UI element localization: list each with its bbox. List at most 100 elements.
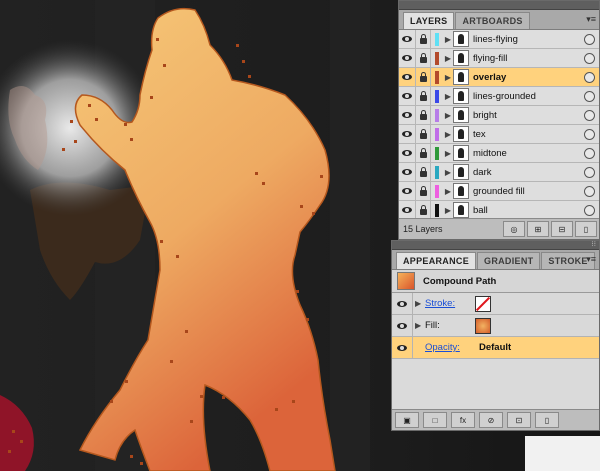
expand-triangle-icon[interactable]: ▶ bbox=[443, 187, 453, 196]
appearance-panel: ⁝⁝ APPEARANCE GRADIENT STROKE ▾≡ Compoun… bbox=[391, 240, 600, 431]
layer-row[interactable]: ▶ overlay bbox=[399, 68, 599, 87]
target-circle-icon[interactable] bbox=[584, 147, 595, 159]
layer-row[interactable]: ▶ lines-flying bbox=[399, 30, 599, 49]
expand-triangle-icon[interactable]: ▶ bbox=[443, 92, 453, 101]
target-circle-icon[interactable] bbox=[584, 109, 595, 121]
lock-icon[interactable] bbox=[416, 125, 431, 143]
layer-color-swatch bbox=[431, 30, 443, 48]
appearance-footer: ▣ □ fx ⊘ ⊡ ▯ bbox=[392, 409, 599, 430]
expand-triangle-icon[interactable]: ▶ bbox=[443, 111, 453, 120]
tab-appearance[interactable]: APPEARANCE bbox=[396, 252, 477, 269]
layer-row[interactable]: ▶ midtone bbox=[399, 144, 599, 163]
panel-menu-icon[interactable]: ▾≡ bbox=[586, 254, 596, 265]
visibility-eye-icon[interactable] bbox=[399, 87, 416, 105]
stroke-label[interactable]: Stroke: bbox=[425, 298, 469, 309]
layer-count: 15 Layers bbox=[403, 224, 443, 234]
layer-color-swatch bbox=[431, 182, 443, 200]
artboard-corner bbox=[525, 436, 600, 471]
layer-name[interactable]: flying-fill bbox=[473, 53, 584, 64]
expand-triangle-icon[interactable]: ▶ bbox=[415, 321, 425, 330]
visibility-eye-icon[interactable] bbox=[399, 49, 416, 67]
expand-triangle-icon[interactable]: ▶ bbox=[443, 130, 453, 139]
lock-icon[interactable] bbox=[416, 182, 431, 200]
layer-thumbnail bbox=[453, 145, 469, 161]
layer-thumbnail bbox=[453, 107, 469, 123]
lock-icon[interactable] bbox=[416, 30, 431, 48]
appearance-row-fill[interactable]: ▶ Fill: bbox=[392, 314, 599, 337]
target-circle-icon[interactable] bbox=[584, 204, 595, 216]
target-circle-icon[interactable] bbox=[584, 185, 595, 197]
layer-name[interactable]: lines-flying bbox=[473, 34, 584, 45]
expand-triangle-icon[interactable]: ▶ bbox=[443, 35, 453, 44]
expand-triangle-icon[interactable]: ▶ bbox=[443, 149, 453, 158]
layer-name[interactable]: lines-grounded bbox=[473, 91, 584, 102]
stroke-none-swatch[interactable] bbox=[475, 295, 491, 312]
visibility-eye-icon[interactable] bbox=[399, 182, 416, 200]
layer-row[interactable]: ▶ ball bbox=[399, 201, 599, 218]
visibility-eye-icon[interactable] bbox=[399, 201, 416, 218]
layer-row[interactable]: ▶ bright bbox=[399, 106, 599, 125]
delete-item-icon[interactable]: ▯ bbox=[535, 412, 559, 428]
layer-name[interactable]: tex bbox=[473, 129, 584, 140]
add-effect-icon[interactable]: fx bbox=[451, 412, 475, 428]
visibility-eye-icon[interactable] bbox=[399, 68, 416, 86]
lock-icon[interactable] bbox=[416, 106, 431, 124]
visibility-eye-icon[interactable] bbox=[399, 144, 416, 162]
duplicate-item-icon[interactable]: ⊡ bbox=[507, 412, 531, 428]
visibility-eye-icon[interactable] bbox=[392, 292, 413, 315]
lock-icon[interactable] bbox=[416, 144, 431, 162]
target-circle-icon[interactable] bbox=[584, 166, 595, 178]
layer-row[interactable]: ▶ tex bbox=[399, 125, 599, 144]
tab-gradient[interactable]: GRADIENT bbox=[477, 252, 541, 269]
opacity-label[interactable]: Opacity: bbox=[425, 342, 469, 353]
panel-grip[interactable] bbox=[399, 1, 599, 10]
visibility-eye-icon[interactable] bbox=[399, 163, 416, 181]
lock-icon[interactable] bbox=[416, 87, 431, 105]
new-sublayer-icon[interactable]: ⊟ bbox=[551, 221, 573, 237]
expand-triangle-icon[interactable]: ▶ bbox=[443, 73, 453, 82]
lock-icon[interactable] bbox=[416, 163, 431, 181]
target-circle-icon[interactable] bbox=[584, 33, 595, 45]
delete-layer-icon[interactable]: ▯ bbox=[575, 221, 597, 237]
clear-appearance-icon[interactable]: ⊘ bbox=[479, 412, 503, 428]
layer-name[interactable]: midtone bbox=[473, 148, 584, 159]
layer-name[interactable]: bright bbox=[473, 110, 584, 121]
layers-panel: LAYERS ARTBOARDS ▾≡ ▶ lines-flying ▶ flying… bbox=[398, 0, 600, 240]
add-new-stroke-icon[interactable]: ▣ bbox=[395, 412, 419, 428]
target-circle-icon[interactable] bbox=[584, 52, 595, 64]
panel-grip[interactable]: ⁝⁝ bbox=[392, 241, 599, 250]
lock-icon[interactable] bbox=[416, 68, 431, 86]
layer-name[interactable]: ball bbox=[473, 205, 584, 216]
layer-row[interactable]: ▶ grounded fill bbox=[399, 182, 599, 201]
visibility-eye-icon[interactable] bbox=[392, 314, 413, 337]
make-clipping-mask-icon[interactable]: ⊞ bbox=[527, 221, 549, 237]
layer-row[interactable]: ▶ dark bbox=[399, 163, 599, 182]
visibility-eye-icon[interactable] bbox=[399, 125, 416, 143]
lock-icon[interactable] bbox=[416, 49, 431, 67]
add-new-fill-icon[interactable]: □ bbox=[423, 412, 447, 428]
fill-gradient-swatch[interactable] bbox=[475, 317, 491, 334]
layer-name[interactable]: grounded fill bbox=[473, 186, 584, 197]
visibility-eye-icon[interactable] bbox=[392, 336, 413, 359]
visibility-eye-icon[interactable] bbox=[399, 30, 416, 48]
expand-triangle-icon[interactable]: ▶ bbox=[443, 206, 453, 215]
appearance-row-stroke[interactable]: ▶ Stroke: bbox=[392, 292, 599, 315]
panel-menu-icon[interactable]: ▾≡ bbox=[586, 14, 596, 25]
expand-triangle-icon[interactable]: ▶ bbox=[415, 299, 425, 308]
layer-name[interactable]: overlay bbox=[473, 72, 584, 83]
target-circle-icon[interactable] bbox=[584, 90, 595, 102]
layer-color-swatch bbox=[431, 49, 443, 67]
appearance-row-opacity[interactable]: Opacity: Default bbox=[392, 336, 599, 359]
target-circle-icon[interactable] bbox=[584, 71, 595, 83]
layer-row[interactable]: ▶ flying-fill bbox=[399, 49, 599, 68]
target-circle-icon[interactable] bbox=[584, 128, 595, 140]
tab-layers[interactable]: LAYERS bbox=[403, 12, 455, 29]
visibility-eye-icon[interactable] bbox=[399, 106, 416, 124]
tab-artboards[interactable]: ARTBOARDS bbox=[455, 12, 530, 29]
layer-name[interactable]: dark bbox=[473, 167, 584, 178]
expand-triangle-icon[interactable]: ▶ bbox=[443, 168, 453, 177]
lock-icon[interactable] bbox=[416, 201, 431, 218]
layer-row[interactable]: ▶ lines-grounded bbox=[399, 87, 599, 106]
locate-object-icon[interactable]: ◎ bbox=[503, 221, 525, 237]
expand-triangle-icon[interactable]: ▶ bbox=[443, 54, 453, 63]
